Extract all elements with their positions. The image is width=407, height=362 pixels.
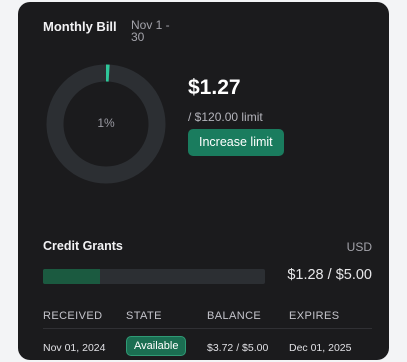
current-bill-amount: $1.27 — [188, 76, 241, 99]
credit-grants-title: Credit Grants — [43, 239, 123, 253]
column-header-balance: BALANCE — [207, 310, 262, 322]
column-header-received: RECEIVED — [43, 310, 103, 322]
column-header-state: STATE — [126, 310, 162, 322]
billing-date-range: Nov 1 - 30 — [131, 18, 170, 44]
grant-state-badge: Available — [126, 336, 187, 356]
credit-usage-amount: $1.28 / $5.00 — [287, 267, 372, 283]
column-header-expires: EXPIRES — [289, 310, 340, 322]
monthly-bill-title: Monthly Bill — [43, 19, 117, 34]
usage-ring: 1% — [46, 64, 166, 184]
bill-limit: / $120.00 limit — [188, 110, 263, 124]
monthly-bill-card: Monthly Bill Nov 1 - 30 1% $1.27 / $120.… — [18, 2, 389, 360]
table-header-divider — [43, 328, 372, 329]
grant-expires-date: Dec 01, 2025 — [289, 342, 352, 354]
credit-usage-bar-fill — [43, 269, 100, 284]
credit-usage-bar — [43, 269, 265, 284]
usage-percent: 1% — [97, 116, 115, 130]
increase-limit-button[interactable]: Increase limit — [188, 129, 284, 156]
grant-balance: $3.72 / $5.00 — [207, 342, 269, 354]
credit-grants-currency: USD — [346, 240, 372, 254]
grant-received-date: Nov 01, 2024 — [43, 342, 106, 354]
